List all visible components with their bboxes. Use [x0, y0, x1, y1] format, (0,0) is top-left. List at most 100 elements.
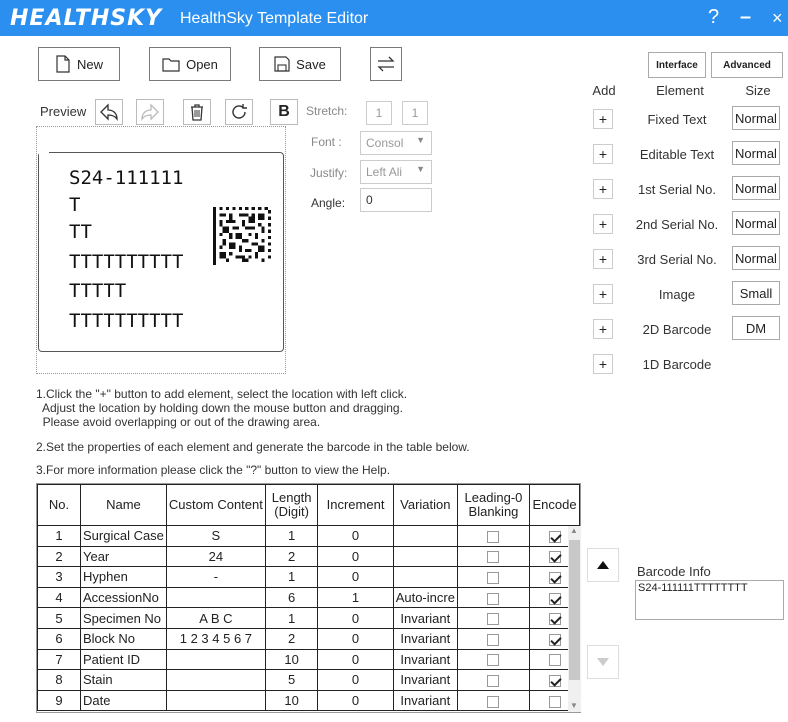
- tab-interface[interactable]: Interface: [648, 52, 706, 78]
- cell-variation[interactable]: Invariant: [392, 607, 458, 629]
- open-button[interactable]: Open: [149, 47, 231, 81]
- size-3rd-serial[interactable]: Normal: [732, 246, 780, 270]
- column-header[interactable]: Length (Digit): [264, 484, 319, 526]
- leading-zero-checkbox[interactable]: [487, 675, 500, 688]
- cell-increment[interactable]: 0: [317, 648, 394, 671]
- encode-checkbox[interactable]: [548, 675, 561, 688]
- swap-button[interactable]: [370, 47, 402, 81]
- cell-custom[interactable]: [165, 669, 266, 691]
- datamatrix-barcode[interactable]: [213, 207, 271, 265]
- new-button[interactable]: New: [38, 47, 120, 81]
- cell-increment[interactable]: 0: [317, 689, 394, 712]
- cell-increment[interactable]: 0: [317, 525, 394, 547]
- add-3rd-serial-button[interactable]: +: [593, 249, 613, 269]
- cell-length[interactable]: 1: [264, 566, 319, 588]
- close-button[interactable]: ×: [772, 8, 783, 29]
- cell-increment[interactable]: 0: [317, 627, 394, 650]
- column-header[interactable]: Increment: [317, 484, 394, 526]
- label-line[interactable]: TTTTTTTTTT: [69, 251, 183, 273]
- cell-length[interactable]: 5: [264, 669, 319, 691]
- table-row[interactable]: 5 Specimen No A B C 1 0 Invariant: [37, 607, 580, 629]
- cell-variation[interactable]: Invariant: [392, 669, 458, 691]
- cell-length[interactable]: 10: [264, 648, 319, 671]
- cell-custom[interactable]: [165, 689, 266, 712]
- stretch-x-field[interactable]: 1: [366, 101, 392, 125]
- encode-checkbox[interactable]: [548, 654, 561, 667]
- cell-variation[interactable]: Invariant: [392, 648, 458, 671]
- leading-zero-checkbox[interactable]: [487, 633, 500, 646]
- label-preview[interactable]: S24-111111 T TT TTTTTTTTTT TTTTT TTTTTTT…: [38, 152, 284, 352]
- cell-variation[interactable]: Auto-incre: [392, 586, 458, 609]
- cell-length[interactable]: 10: [264, 689, 319, 712]
- encode-checkbox[interactable]: [548, 592, 561, 605]
- column-header[interactable]: Name: [79, 484, 167, 526]
- cell-name[interactable]: Specimen No: [79, 607, 167, 629]
- label-line[interactable]: TTTTT: [69, 280, 126, 302]
- barcode-info-field[interactable]: S24-111111TTTTTTTT: [635, 580, 784, 620]
- table-row[interactable]: 3 Hyphen -1 0: [37, 566, 580, 588]
- cell-increment[interactable]: 0: [317, 607, 394, 629]
- table-row[interactable]: 4 AccessionNo 6 1 Auto-incre: [37, 586, 580, 609]
- table-row[interactable]: 7 Patient ID 10 0 Invariant: [37, 648, 580, 671]
- save-button[interactable]: Save: [259, 47, 341, 81]
- justify-select[interactable]: Left Ali ▼: [360, 160, 432, 184]
- column-header[interactable]: Custom Content: [165, 484, 266, 526]
- label-line[interactable]: TT: [69, 221, 92, 243]
- move-down-button[interactable]: [587, 645, 619, 679]
- leading-zero-checkbox[interactable]: [487, 613, 500, 626]
- add-1st-serial-button[interactable]: +: [593, 179, 613, 199]
- cell-name[interactable]: Patient ID: [79, 648, 167, 671]
- size-image[interactable]: Small: [732, 281, 780, 305]
- minimize-button[interactable]: –: [740, 6, 751, 29]
- delete-button[interactable]: [183, 99, 211, 125]
- undo-button[interactable]: [95, 99, 123, 125]
- font-select[interactable]: Consol ▼: [360, 131, 432, 155]
- column-header[interactable]: No.: [37, 484, 81, 526]
- cell-increment[interactable]: 1: [317, 586, 394, 609]
- leading-zero-checkbox[interactable]: [487, 551, 500, 564]
- redo-button[interactable]: [136, 99, 164, 125]
- column-header[interactable]: Leading-0 Blanking: [456, 484, 531, 526]
- scroll-down-icon[interactable]: ▼: [570, 701, 578, 710]
- leading-zero-checkbox[interactable]: [487, 654, 500, 667]
- table-row[interactable]: 8 Stain 5 0 Invariant: [37, 669, 580, 691]
- table-row[interactable]: 2 Year 24 2 0: [37, 545, 580, 568]
- cell-name[interactable]: AccessionNo: [79, 586, 167, 609]
- leading-zero-checkbox[interactable]: [487, 695, 500, 708]
- cell-increment[interactable]: 0: [317, 566, 394, 588]
- cell-length[interactable]: 1: [264, 607, 319, 629]
- encode-checkbox[interactable]: [548, 572, 561, 585]
- add-editable-text-button[interactable]: +: [593, 144, 613, 164]
- leading-zero-checkbox[interactable]: [487, 572, 500, 585]
- label-line[interactable]: S24-111111: [69, 167, 183, 189]
- cell-name[interactable]: Hyphen: [79, 566, 167, 588]
- cell-custom[interactable]: 1 2 3 4 5 6 7: [165, 627, 266, 650]
- cell-length[interactable]: 6: [264, 586, 319, 609]
- cell-custom[interactable]: 24: [165, 545, 266, 568]
- bold-button[interactable]: B: [270, 99, 298, 125]
- cell-length[interactable]: 2: [264, 545, 319, 568]
- size-editable-text[interactable]: Normal: [732, 141, 780, 165]
- cell-custom[interactable]: S: [165, 525, 266, 547]
- cell-custom[interactable]: -: [165, 566, 266, 588]
- encode-checkbox[interactable]: [548, 695, 561, 708]
- encode-checkbox[interactable]: [548, 633, 561, 646]
- leading-zero-checkbox[interactable]: [487, 530, 500, 543]
- label-line[interactable]: TTTTTTTTTT: [69, 310, 183, 332]
- cell-variation[interactable]: Invariant: [392, 689, 458, 712]
- encode-checkbox[interactable]: [548, 613, 561, 626]
- move-up-button[interactable]: [587, 548, 619, 582]
- cell-custom[interactable]: [165, 648, 266, 671]
- add-fixed-text-button[interactable]: +: [593, 109, 613, 129]
- cell-variation[interactable]: [392, 545, 458, 568]
- table-row[interactable]: 6 Block No 1 2 3 4 5 6 7 2 0 Invariant: [37, 627, 580, 650]
- cell-increment[interactable]: 0: [317, 545, 394, 568]
- cell-variation[interactable]: Invariant: [392, 627, 458, 650]
- leading-zero-checkbox[interactable]: [487, 592, 500, 605]
- cell-name[interactable]: Year: [79, 545, 167, 568]
- cell-variation[interactable]: [392, 566, 458, 588]
- encode-checkbox[interactable]: [548, 551, 561, 564]
- cell-name[interactable]: Surgical Case: [79, 525, 167, 547]
- cell-length[interactable]: 1: [264, 525, 319, 547]
- element-table[interactable]: No. Name Custom Content Length (Digit) I…: [36, 483, 581, 713]
